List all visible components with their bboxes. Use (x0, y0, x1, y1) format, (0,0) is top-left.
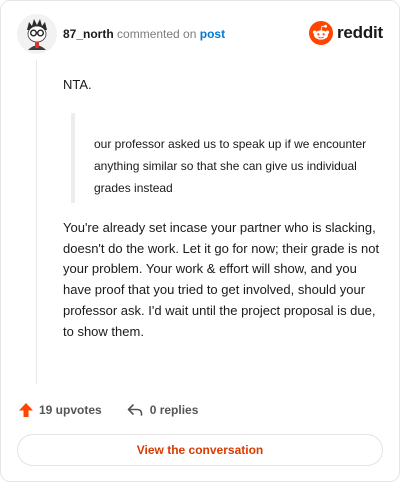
reply-count: 0 replies (149, 403, 199, 417)
reddit-logo[interactable]: reddit (308, 21, 383, 45)
comment-actions: 19 upvotes 0 replies (17, 401, 198, 419)
blockquote: our professor asked us to speak up if we… (71, 113, 383, 203)
avatar[interactable] (17, 14, 57, 54)
commented-on-text: commented on (117, 27, 197, 41)
comment-embed-card: 87_north commented on post reddit NTA. o… (0, 0, 400, 482)
replies-action[interactable]: 0 replies (126, 401, 199, 419)
comment-header: 87_north commented on post (63, 27, 225, 41)
username-link[interactable]: 87_north (63, 27, 114, 41)
reply-arrow-icon[interactable] (126, 401, 144, 419)
upvote-action[interactable]: 19 upvotes (17, 401, 102, 419)
avatar-icon (17, 14, 57, 54)
thread-line (36, 60, 37, 384)
comment-paragraph-2: You're already set incase your partner w… (63, 220, 380, 339)
reddit-logo-icon (308, 21, 333, 45)
blockquote-text: our professor asked us to speak up if we… (94, 137, 367, 195)
upvote-arrow-icon[interactable] (17, 401, 35, 419)
view-conversation-button[interactable]: View the conversation (17, 434, 383, 466)
upvote-count: 19 upvotes (39, 403, 102, 417)
reddit-wordmark: reddit (336, 23, 383, 42)
comment-paragraph-1: NTA. (63, 77, 92, 92)
post-link[interactable]: post (200, 27, 225, 41)
